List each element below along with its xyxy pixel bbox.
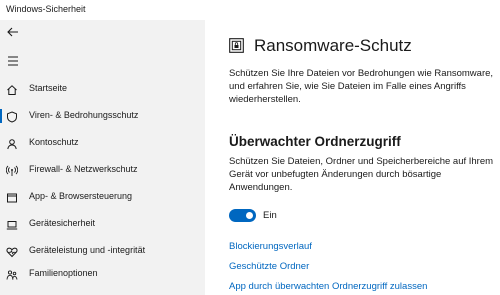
sidebar-item-app-browsersteuerung[interactable]: App- & Browsersteuerung bbox=[0, 186, 205, 208]
sidebar-item-firewall-netzwerkschutz[interactable]: Firewall- & Netzwerkschutz bbox=[0, 159, 205, 181]
section-title: Überwachter Ordnerzugriff bbox=[229, 134, 401, 149]
section-description: Schützen Sie Dateien, Ordner und Speiche… bbox=[229, 156, 494, 193]
link-blockierungsverlauf[interactable]: Blockierungsverlauf bbox=[229, 241, 312, 252]
sidebar-item-kontoschutz[interactable]: Kontoschutz bbox=[0, 132, 205, 154]
shield-icon bbox=[6, 110, 18, 123]
selection-indicator bbox=[0, 109, 2, 123]
hamburger-menu-icon[interactable] bbox=[4, 54, 22, 68]
sidebar-item-label: Startseite bbox=[29, 83, 68, 93]
home-icon bbox=[6, 83, 18, 95]
toggle-label: Ein bbox=[263, 210, 277, 221]
link-geschuetzte-ordner[interactable]: Geschützte Ordner bbox=[229, 261, 309, 272]
back-arrow-icon[interactable] bbox=[4, 24, 22, 40]
sidebar-item-viren-bedrohungsschutz[interactable]: Viren- & Bedrohungsschutz bbox=[0, 105, 205, 127]
wifi-antenna-icon bbox=[5, 164, 19, 176]
sidebar-item-label: App- & Browsersteuerung bbox=[29, 191, 133, 201]
sidebar: Startseite Viren- & Bedrohungsschutz Kon… bbox=[0, 20, 205, 295]
link-app-zulassen[interactable]: App durch überwachten Ordnerzugriff zula… bbox=[229, 281, 427, 292]
intro-text: Schützen Sie Ihre Dateien vor Bedrohunge… bbox=[229, 68, 494, 105]
family-icon bbox=[6, 268, 18, 280]
sidebar-item-geraeteleistung[interactable]: Geräteleistung und -integrität bbox=[0, 240, 205, 262]
ransomware-icon bbox=[229, 38, 244, 53]
person-icon bbox=[6, 137, 18, 150]
heart-icon bbox=[6, 245, 18, 258]
laptop-icon bbox=[6, 218, 18, 230]
sidebar-item-label: Firewall- & Netzwerkschutz bbox=[29, 164, 138, 174]
sidebar-item-familienoptionen[interactable]: Familienoptionen bbox=[0, 263, 205, 285]
window-title: Windows-Sicherheit bbox=[6, 4, 86, 14]
app-window-icon bbox=[6, 191, 18, 203]
sidebar-item-startseite[interactable]: Startseite bbox=[0, 78, 205, 100]
sidebar-item-label: Viren- & Bedrohungsschutz bbox=[29, 110, 139, 120]
sidebar-item-label: Familienoptionen bbox=[29, 268, 98, 278]
page-title: Ransomware-Schutz bbox=[254, 36, 412, 55]
sidebar-item-label: Geräteleistung und -integrität bbox=[29, 245, 146, 255]
title-bar: Windows-Sicherheit bbox=[0, 0, 500, 20]
sidebar-item-geraetesicherheit[interactable]: Gerätesicherheit bbox=[0, 213, 205, 235]
sidebar-item-label: Gerätesicherheit bbox=[29, 218, 96, 228]
toggle-knob bbox=[246, 212, 253, 219]
sidebar-item-label: Kontoschutz bbox=[29, 137, 79, 147]
main-content: Ransomware-Schutz Schützen Sie Ihre Date… bbox=[205, 20, 500, 295]
controlled-folder-access-toggle[interactable] bbox=[229, 209, 256, 222]
